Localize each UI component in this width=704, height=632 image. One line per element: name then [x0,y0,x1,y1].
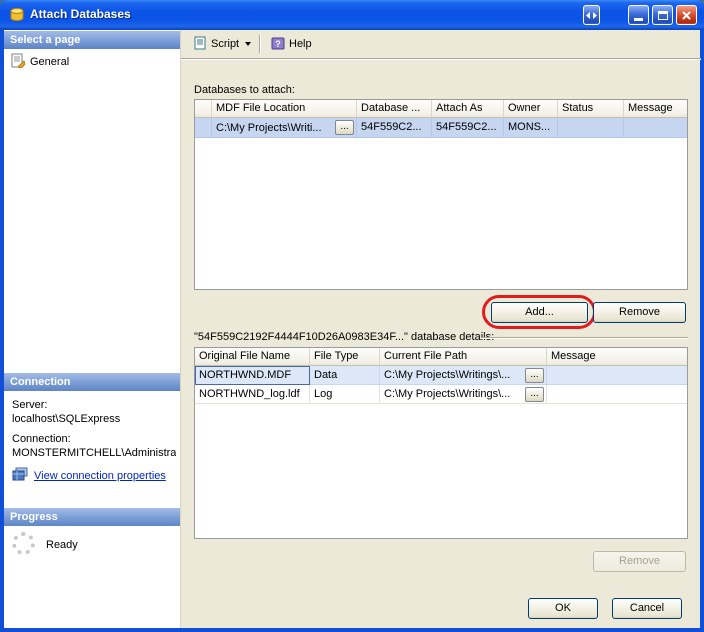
maximize-button[interactable] [652,5,673,25]
cell-current-file-path[interactable]: C:\My Projects\Writings\... ... [380,366,547,385]
column-header-database[interactable]: Database ... [357,100,432,118]
cell-current-file-path[interactable]: C:\My Projects\Writings\... ... [380,385,547,404]
column-header-message[interactable]: Message [624,100,687,118]
details-grid-row[interactable]: NORTHWND_log.ldf Log C:\My Projects\Writ… [195,385,687,404]
progress-header: Progress [4,508,180,526]
column-header-details-message[interactable]: Message [547,348,687,366]
cell-status[interactable] [558,118,624,138]
attach-grid-header-row: MDF File Location Database ... Attach As… [195,100,687,118]
cell-file-type[interactable]: Log [310,385,380,404]
details-grid-row[interactable]: NORTHWND.MDF Data C:\My Projects\Writing… [195,366,687,385]
toolbar: Script ? Help [181,30,701,58]
view-connection-properties-label: View connection properties [34,470,166,482]
cell-details-message[interactable] [547,385,687,404]
progress-status: Ready [46,539,78,551]
row-selector-header [195,100,212,118]
column-header-owner[interactable]: Owner [504,100,558,118]
cell-attach-as[interactable]: 54F559C2... [432,118,504,138]
dialog-client-area: Select a page General Connection Server:… [4,30,700,628]
databases-to-attach-label: Databases to attach: [194,84,295,96]
current-file-path-value: C:\My Projects\Writings\... [384,368,510,382]
dock-arrows-icon [586,12,597,19]
details-grid-header-row: Original File Name File Type Current Fil… [195,348,687,366]
current-file-path-value: C:\My Projects\Writings\... [384,387,510,401]
cell-original-file-name[interactable]: NORTHWND_log.ldf [195,385,310,404]
databases-to-attach-grid: MDF File Location Database ... Attach As… [194,99,688,290]
column-header-current-file-path[interactable]: Current File Path [380,348,547,366]
mdf-file-location-value: C:\My Projects\Writi... [216,121,322,135]
database-details-grid: Original File Name File Type Current Fil… [194,347,688,539]
script-button[interactable]: Script [187,33,257,55]
close-icon [682,11,691,20]
help-button[interactable]: ? Help [265,33,318,55]
script-icon [193,36,207,53]
svg-text:?: ? [275,39,281,49]
connection-header: Connection [4,373,180,391]
row-selector-cell[interactable] [195,118,212,138]
column-header-mdf-file-location[interactable]: MDF File Location [212,100,357,118]
script-label: Script [211,38,239,50]
column-header-attach-as[interactable]: Attach As [432,100,504,118]
cell-details-message[interactable] [547,366,687,385]
window-title: Attach Databases [30,7,131,21]
view-connection-properties-link[interactable]: View connection properties [12,467,166,484]
remove-button[interactable]: Remove [593,302,686,323]
column-header-status[interactable]: Status [558,100,624,118]
cell-file-type[interactable]: Data [310,366,380,385]
server-value: localhost\SQLExpress [12,413,120,425]
cell-owner[interactable]: MONS... [504,118,558,138]
progress-spinner-icon [12,532,35,555]
column-header-file-type[interactable]: File Type [310,348,380,366]
sidebar: Select a page General Connection Server:… [4,30,180,628]
sidebar-item-general[interactable]: General [10,53,69,71]
help-icon: ? [271,36,285,53]
connection-value: MONSTERMITCHELL\Administra [12,447,176,459]
connection-properties-icon [12,467,28,484]
maximize-icon [658,11,668,20]
toolbar-separator [259,35,260,53]
browse-mdf-button[interactable]: ... [335,120,354,135]
ok-button[interactable]: OK [528,598,598,619]
column-header-original-file-name[interactable]: Original File Name [195,348,310,366]
server-label: Server: [12,399,47,411]
browse-path-button[interactable]: ... [525,387,544,402]
attach-database-icon [9,7,25,23]
details-group-line [481,337,688,339]
close-button[interactable] [676,5,697,25]
help-label: Help [289,38,312,50]
minimize-button[interactable] [628,5,649,25]
dock-toggle-button[interactable] [583,5,600,25]
main-panel: Script ? Help Databases to attach: [180,30,700,628]
attach-databases-dialog: Attach Databases Select a page [0,0,704,632]
titlebar[interactable]: Attach Databases [0,0,704,30]
cell-message[interactable] [624,118,687,138]
attach-grid-row[interactable]: C:\My Projects\Writi... ... 54F559C2... … [195,118,687,138]
browse-path-button[interactable]: ... [525,368,544,383]
select-a-page-header: Select a page [4,31,180,49]
cell-mdf-file-location[interactable]: C:\My Projects\Writi... ... [212,118,357,138]
cell-original-file-name[interactable]: NORTHWND.MDF [195,366,310,385]
sidebar-item-label: General [30,56,69,68]
cell-database-name[interactable]: 54F559C2... [357,118,432,138]
page-icon [10,53,25,71]
details-remove-button: Remove [593,551,686,572]
minimize-icon [634,18,643,21]
cancel-button[interactable]: Cancel [612,598,682,619]
script-dropdown-arrow-icon [245,42,251,46]
database-details-label: "54F559C2192F4444F10D26A0983E34F..." dat… [194,331,494,343]
add-button[interactable]: Add... [491,302,588,323]
toolbar-divider [181,58,701,60]
connection-label: Connection: [12,433,71,445]
